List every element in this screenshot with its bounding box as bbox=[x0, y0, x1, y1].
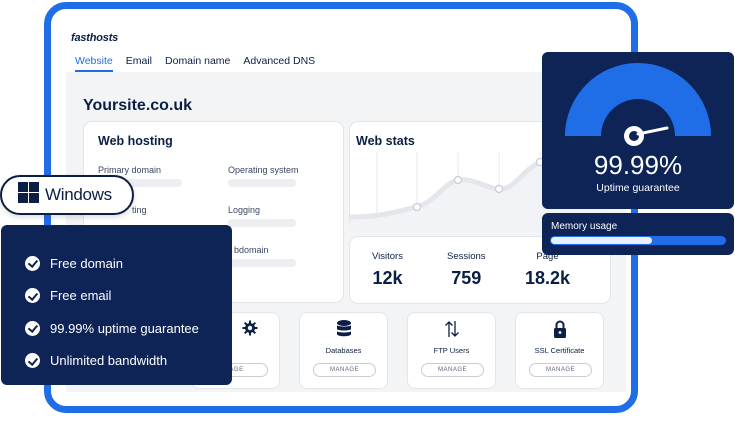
brand-logo: fasthosts bbox=[71, 32, 119, 44]
checkmark-icon bbox=[25, 255, 40, 271]
logging-value bbox=[228, 219, 296, 227]
databases-label: Databases bbox=[325, 346, 362, 355]
checkmark-icon bbox=[25, 320, 40, 336]
feature-item: Unlimited bandwidth bbox=[25, 345, 232, 378]
feature-label: Free email bbox=[50, 288, 112, 304]
feature-item: Free email bbox=[25, 280, 232, 313]
logging-label: Logging bbox=[228, 205, 261, 215]
feature-label: Unlimited bandwidth bbox=[50, 353, 168, 369]
checkmark-icon bbox=[25, 288, 40, 304]
visitors-stat: Visitors 12k bbox=[372, 251, 403, 289]
ftp-users-card: FTP Users MANAGE bbox=[407, 312, 496, 389]
ftp-users-label: FTP Users bbox=[433, 346, 470, 355]
database-icon bbox=[300, 320, 387, 342]
windows-logo-icon bbox=[18, 182, 39, 208]
web-stats-title: Web stats bbox=[356, 134, 415, 148]
pageviews-stat: Page 18.2k bbox=[525, 251, 570, 289]
uptime-value: 99.99% bbox=[593, 150, 683, 180]
chart-point bbox=[494, 184, 504, 194]
sessions-label: Sessions bbox=[447, 251, 486, 262]
ssl-certificate-manage-button[interactable]: MANAGE bbox=[529, 363, 592, 377]
feature-label: Free domain bbox=[50, 255, 123, 271]
sessions-value: 759 bbox=[451, 268, 482, 288]
ssl-certificate-card: SSL Certificate MANAGE bbox=[515, 312, 604, 389]
feature-item: Free domain bbox=[25, 247, 232, 280]
ssl-certificate-label: SSL Certificate bbox=[534, 346, 585, 355]
uptime-gauge bbox=[565, 63, 711, 146]
features-panel: Free domain Free email 99.99% uptime gua… bbox=[1, 225, 232, 385]
windows-label: Windows bbox=[45, 185, 112, 204]
tab-domain-name[interactable]: Domain name bbox=[165, 55, 230, 72]
ftp-users-manage-button[interactable]: MANAGE bbox=[421, 363, 484, 377]
primary-domain-label: Primary domain bbox=[98, 165, 162, 175]
operating-system-label: Operating system bbox=[228, 165, 299, 175]
chart-point bbox=[412, 202, 422, 212]
memory-usage-label: Memory usage bbox=[551, 221, 618, 232]
padlock-icon bbox=[516, 320, 603, 343]
sessions-stat: Sessions 759 bbox=[447, 251, 486, 289]
subdomain-label-partial: bdomain bbox=[234, 245, 269, 255]
databases-manage-button[interactable]: MANAGE bbox=[313, 363, 376, 377]
databases-card: Databases MANAGE bbox=[299, 312, 388, 389]
tab-advanced-dns[interactable]: Advanced DNS bbox=[243, 55, 315, 72]
memory-usage-bar bbox=[550, 236, 726, 245]
transfer-arrows-icon bbox=[408, 320, 495, 343]
page-title: Yoursite.co.uk bbox=[83, 97, 193, 114]
visitors-value: 12k bbox=[372, 268, 403, 288]
uptime-label: Uptime guarantee bbox=[596, 182, 680, 194]
pageviews-value: 18.2k bbox=[525, 268, 571, 288]
gear-icon bbox=[242, 320, 258, 341]
tab-website[interactable]: Website bbox=[75, 55, 113, 72]
chart-point bbox=[453, 175, 463, 185]
tab-email[interactable]: Email bbox=[126, 55, 152, 72]
subdomain-value bbox=[228, 259, 296, 267]
memory-usage-card: Memory usage bbox=[542, 213, 734, 255]
feature-label: 99.99% uptime guarantee bbox=[50, 320, 199, 336]
operating-system-value bbox=[228, 179, 296, 187]
windows-badge[interactable]: Windows bbox=[0, 175, 134, 215]
hosting-label-partial: ting bbox=[132, 205, 147, 215]
web-hosting-title: Web hosting bbox=[98, 134, 173, 148]
visitors-label: Visitors bbox=[372, 251, 403, 262]
feature-item: 99.99% uptime guarantee bbox=[25, 312, 232, 345]
memory-usage-fill bbox=[551, 237, 652, 244]
checkmark-icon bbox=[25, 353, 40, 369]
uptime-card: 99.99% Uptime guarantee bbox=[542, 52, 734, 209]
tab-bar: Website Email Domain name Advanced DNS bbox=[75, 55, 328, 72]
